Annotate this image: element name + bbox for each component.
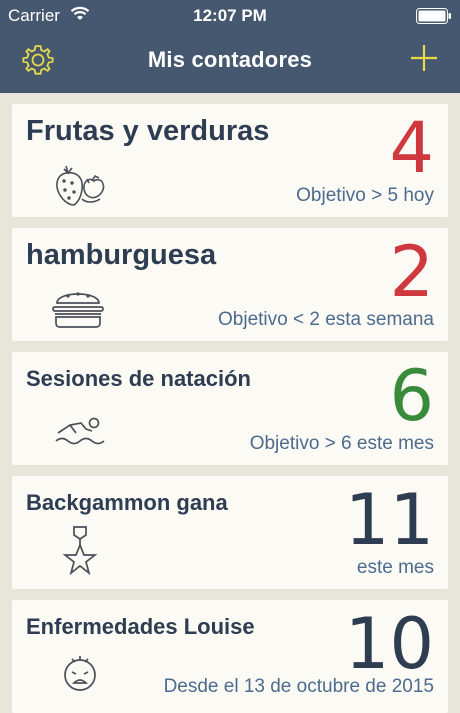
clock: 12:07 PM [193,6,267,25]
counter-value: 11 [344,479,434,561]
counter-value: 2 [389,231,434,313]
navigation-bar: Mis contadores [0,30,460,93]
sick-face-icon [52,653,108,705]
hamburger-icon [52,285,108,337]
counter-value: 6 [389,355,434,437]
counter-title: Backgammon gana [26,490,228,515]
counter-card-hamburguesa[interactable]: hamburguesa 2 Objetivo < 2 esta semana [12,228,448,341]
counter-goal: Desde el 13 de octubre de 2015 [163,676,434,697]
medal-icon [52,525,108,577]
page-title: Mis contadores [147,47,313,72]
strawberry-icon [52,159,108,211]
counter-goal: Objetivo > 5 hoy [296,185,434,206]
add-counter-button[interactable] [410,44,438,72]
swimmer-icon [52,409,108,461]
counter-goal: Objetivo < 2 esta semana [218,309,434,330]
counter-title: Frutas y verduras [26,115,270,147]
counter-goal: este mes [356,557,434,578]
counter-title: Sesiones de natación [26,366,251,391]
status-bar: Carrier 12:07 PM [0,0,460,30]
counter-value: 10 [344,603,434,685]
counter-card-backgammon[interactable]: Backgammon gana 11 este mes [12,476,448,589]
counter-card-natacion[interactable]: Sesiones de natación 6 Objetivo > 6 este… [12,352,448,465]
plus-icon [411,45,437,71]
counter-title: hamburguesa [26,239,217,271]
battery-icon [416,8,452,29]
counter-title: Enfermedades Louise [26,614,255,639]
counter-card-frutas[interactable]: Frutas y verduras 4 Objetivo > 5 hoy [12,104,448,217]
counter-goal: Objetivo > 6 este mes [249,433,434,454]
counter-value: 4 [389,107,434,189]
counter-card-enfermedades[interactable]: Enfermedades Louise 10 Desde el 13 de oc… [12,600,448,713]
